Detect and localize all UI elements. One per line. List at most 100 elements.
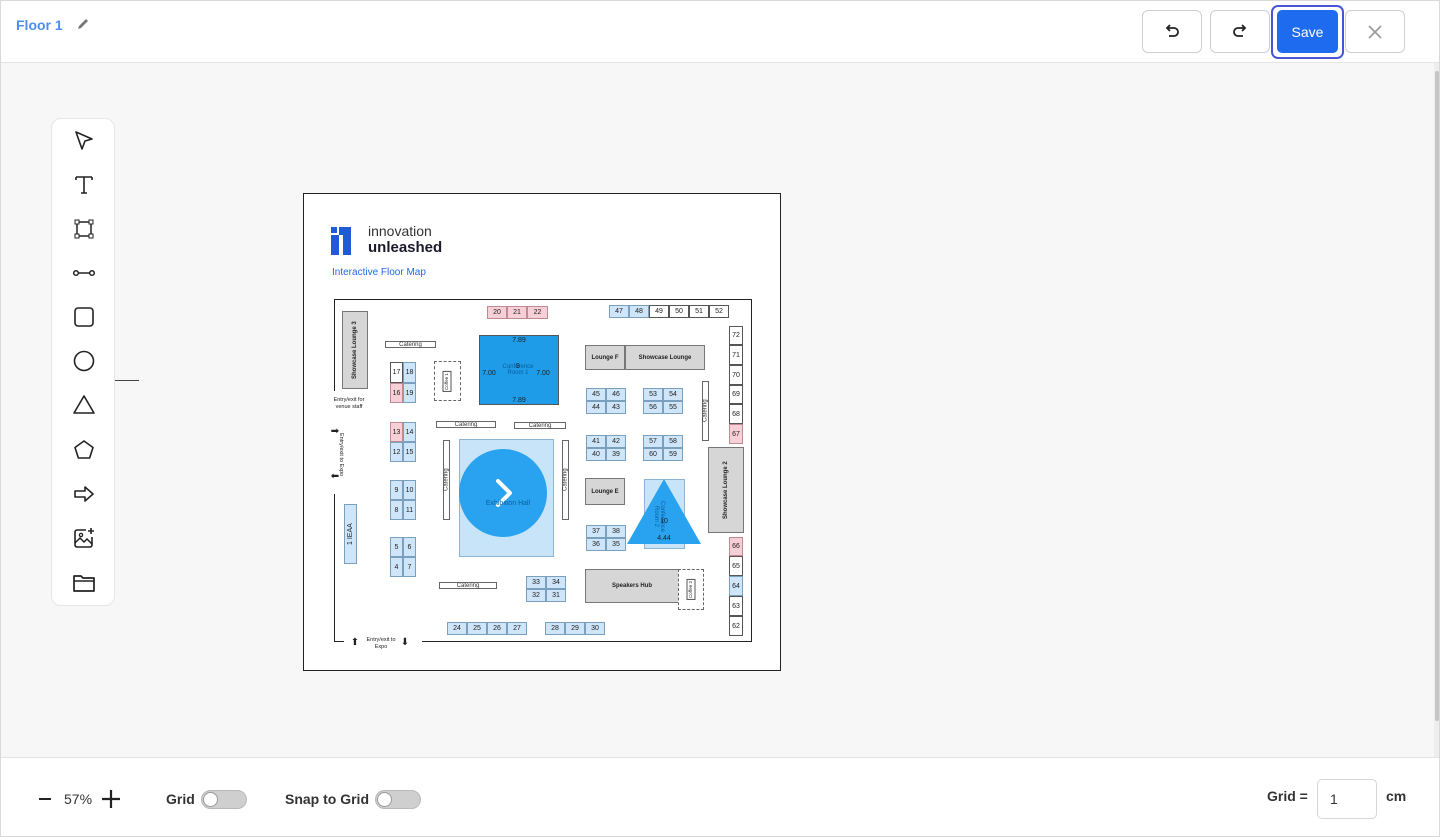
booth[interactable]: 34 [546,576,566,589]
triangle-tool[interactable] [69,390,99,420]
booth[interactable]: 19 [403,383,416,403]
booth[interactable]: 58 [663,435,683,448]
booth[interactable]: 7 [403,557,416,577]
catering-area[interactable]: Catering [702,381,709,441]
speakers-hub[interactable]: Speakers Hub [585,569,679,603]
booth[interactable]: 10 [403,480,416,500]
booth[interactable]: 31 [546,589,566,602]
booth[interactable]: 35 [606,538,626,551]
booth[interactable]: 70 [729,365,743,385]
booth[interactable]: 68 [729,404,743,424]
showcase-lounge[interactable]: Showcase Lounge [625,345,705,370]
booth[interactable]: 20 [487,306,507,319]
booth[interactable]: 53 [643,388,663,401]
save-button[interactable]: Save [1277,10,1338,53]
catering-area[interactable]: Catering [514,422,566,429]
booth[interactable]: 48 [629,305,649,318]
catering-area[interactable]: Catering [436,421,496,428]
booth[interactable]: 27 [507,622,527,635]
zoom-out-icon[interactable] [37,791,53,807]
booth[interactable]: 24 [447,622,467,635]
booth[interactable]: 71 [729,345,743,365]
booth[interactable]: 52 [709,305,729,318]
booth[interactable]: 13 [390,422,403,442]
booth[interactable]: 60 [643,448,663,461]
booth[interactable]: 40 [586,448,606,461]
booth[interactable]: 55 [663,401,683,414]
booth[interactable]: 43 [606,401,626,414]
booth[interactable]: 28 [545,622,565,635]
booth[interactable]: 22 [527,306,548,319]
booth[interactable]: 18 [403,362,416,383]
add-image-tool[interactable] [69,523,99,553]
floor-map[interactable]: innovation unleashed Interactive Floor M… [303,193,781,671]
rectangle-tool[interactable] [69,302,99,332]
pencil-icon[interactable] [75,16,91,32]
booth[interactable]: 66 [729,537,743,556]
booth[interactable]: 16 [390,383,403,403]
pointer-tool[interactable] [69,126,99,156]
booth[interactable]: 56 [643,401,663,414]
lounge-f[interactable]: Lounge F [585,345,625,370]
booth[interactable]: 50 [669,305,689,318]
booth[interactable]: 67 [729,424,743,444]
line-tool[interactable] [69,258,99,288]
coffee-1[interactable]: Coffee 1 [434,361,461,401]
booth[interactable]: 41 [586,435,606,448]
close-button[interactable] [1345,10,1405,53]
floor-title[interactable]: Floor 1 [16,17,63,33]
grid-toggle[interactable] [201,790,247,809]
booth[interactable]: 36 [586,538,606,551]
booth[interactable]: 54 [663,388,683,401]
vertical-scrollbar-thumb[interactable] [1435,71,1439,721]
booth[interactable]: 65 [729,556,743,576]
booth[interactable]: 46 [606,388,626,401]
booth[interactable]: 6 [403,537,416,557]
booth[interactable]: 14 [403,422,416,442]
ieaa-booth[interactable]: 1 IEAA [344,504,357,564]
booth[interactable]: 51 [689,305,709,318]
pentagon-tool[interactable] [69,435,99,465]
arrow-tool[interactable] [69,479,99,509]
lounge-e[interactable]: Lounge E [585,478,625,505]
booth[interactable]: 25 [467,622,487,635]
booth[interactable]: 38 [606,525,626,538]
hall-action-button[interactable] [459,449,547,537]
redo-button[interactable] [1210,10,1270,53]
coffee-2[interactable]: Coffee 2 [678,569,704,610]
booth[interactable]: 29 [565,622,585,635]
grid-size-input[interactable] [1317,779,1377,819]
booth[interactable]: 26 [487,622,507,635]
showcase-lounge-3[interactable]: Showcase Lounge 3 [342,311,368,389]
booth[interactable]: 8 [390,500,403,520]
polygon-edit-tool[interactable] [69,214,99,244]
catering-area[interactable]: Catering [385,341,436,348]
booth[interactable]: 57 [643,435,663,448]
catering-area[interactable]: Catering [443,440,450,520]
text-tool[interactable] [69,170,99,200]
zoom-in-icon[interactable] [100,788,122,810]
catering-area[interactable]: Catering [439,582,497,589]
booth[interactable]: 5 [390,537,403,557]
folder-tool[interactable] [69,568,99,598]
booth[interactable]: 72 [729,326,743,345]
booth[interactable]: 15 [403,442,416,462]
circle-tool[interactable] [69,346,99,376]
booth[interactable]: 69 [729,385,743,404]
booth[interactable]: 21 [507,306,527,319]
booth[interactable]: 17 [390,362,403,383]
booth[interactable]: 12 [390,442,403,462]
booth[interactable]: 62 [729,616,743,636]
booth[interactable]: 4 [390,557,403,577]
snap-to-grid-toggle[interactable] [375,790,421,809]
booth[interactable]: 9 [390,480,403,500]
booth[interactable]: 33 [526,576,546,589]
booth[interactable]: 63 [729,596,743,616]
booth[interactable]: 59 [663,448,683,461]
booth[interactable]: 44 [586,401,606,414]
catering-area[interactable]: Catering [562,440,569,520]
booth[interactable]: 45 [586,388,606,401]
undo-button[interactable] [1142,10,1202,53]
booth[interactable]: 11 [403,500,416,520]
booth[interactable]: 49 [649,305,669,318]
